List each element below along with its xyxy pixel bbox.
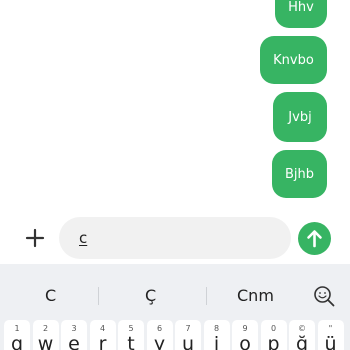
message-bubble[interactable]: Knvbo — [260, 36, 327, 84]
key-char: i — [213, 333, 220, 350]
key-char: ğ — [295, 333, 309, 350]
message-bubble[interactable]: Bjhb — [272, 150, 327, 198]
key-char: p — [267, 333, 280, 350]
suggestion-divider — [98, 287, 99, 305]
key-i[interactable]: 8i — [203, 320, 230, 350]
emoji-search-icon[interactable] — [313, 285, 335, 307]
keyboard: C Ç Cnm 1q 2w 3e 4r 5t 6y 7u 8i 9o 0p © ğ… — [0, 264, 350, 350]
message-text: Bjhb — [284, 166, 315, 182]
key-y[interactable]: 6y — [146, 320, 173, 350]
key-hint: 5 — [128, 324, 134, 333]
key-hint: " — [328, 324, 333, 333]
key-q[interactable]: 1q — [4, 320, 30, 350]
key-hint: 4 — [99, 324, 106, 333]
key-hint: 2 — [42, 324, 49, 333]
key-p[interactable]: 0p — [260, 320, 287, 350]
key-char: ü — [324, 333, 337, 350]
key-hint: 3 — [71, 324, 77, 333]
key-hint: 0 — [270, 324, 277, 333]
send-button[interactable] — [298, 222, 331, 255]
key-char: t — [127, 333, 135, 350]
composer-bar: c — [0, 212, 350, 264]
key-char: u — [181, 333, 195, 350]
attach-button[interactable] — [20, 226, 50, 250]
message-bubble[interactable]: Hhv — [275, 0, 327, 28]
message-input[interactable]: c — [59, 217, 291, 259]
key-hint: 8 — [213, 324, 220, 333]
key-w[interactable]: 2w — [32, 320, 59, 350]
key-char: w — [37, 333, 54, 350]
key-hint: 9 — [242, 324, 248, 333]
suggestion-item[interactable]: Cnm — [237, 286, 274, 305]
key-e[interactable]: 3e — [61, 320, 87, 350]
key-char: e — [68, 333, 80, 350]
key-hint: 1 — [14, 324, 20, 333]
suggestion-strip: C Ç Cnm — [0, 264, 350, 318]
key-t[interactable]: 5t — [118, 320, 144, 350]
suggestion-item[interactable]: Ç — [145, 286, 156, 305]
key-char: r — [98, 333, 107, 350]
suggestion-item[interactable]: C — [45, 286, 56, 305]
plus-icon — [25, 228, 45, 248]
key-u[interactable]: 7u — [175, 320, 201, 350]
key-r[interactable]: 4r — [89, 320, 116, 350]
key-g-breve[interactable]: © ğ — [289, 320, 315, 350]
key-row: 1q 2w 3e 4r 5t 6y 7u 8i 9o 0p © ğ " ü — [0, 318, 350, 350]
key-o[interactable]: 9o — [232, 320, 258, 350]
key-hint: 6 — [156, 324, 163, 333]
key-char: y — [153, 333, 166, 350]
send-arrow-up-icon — [307, 230, 322, 248]
message-text: Jvbj — [288, 109, 312, 125]
suggestion-divider — [206, 287, 207, 305]
key-char: o — [239, 333, 251, 350]
key-u-umlaut[interactable]: " ü — [317, 320, 344, 350]
chat-thread: Hhv Knvbo Jvbj Bjhb — [0, 0, 350, 212]
message-input-value: c — [79, 229, 88, 247]
key-hint: © — [298, 324, 306, 333]
message-bubble[interactable]: Jvbj — [273, 92, 327, 142]
message-text: Hhv — [288, 0, 314, 15]
key-char: q — [10, 333, 24, 350]
key-hint: 7 — [185, 324, 191, 333]
message-text: Knvbo — [273, 52, 314, 68]
